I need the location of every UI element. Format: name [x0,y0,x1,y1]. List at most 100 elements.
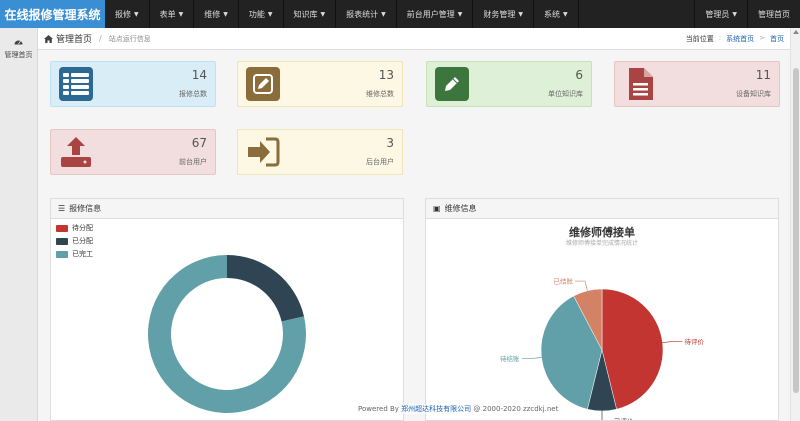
card-front-users[interactable]: 67 前台用户 [50,129,216,175]
card-count: 11 [755,68,771,82]
menu-knowledge-base[interactable]: 知识库 ▼ [284,0,337,28]
pie-slice-label: 待结账 [500,354,520,363]
caret-down-icon: ▼ [518,10,523,18]
edit-icon [246,67,280,101]
card-label: 前台用户 [179,158,207,166]
top-navbar: 在线报修管理系统 报修 ▼ 表单 ▼ 维修 ▼ 功能 ▼ 知识库 ▼ 报表统计 ▼ 前台用户… [0,0,800,28]
page-subtitle: 站点运行信息 [108,34,151,43]
brand-title[interactable]: 在线报修管理系统 [0,0,105,28]
pencil-icon [435,67,469,101]
breadcrumb-home[interactable]: 管理首页 [44,32,92,45]
chart-icon: ▣ [433,204,441,213]
nav-right: 管理员 ▼ 管理首页 [694,0,800,28]
caret-down-icon: ▼ [178,10,184,18]
card-label: 单位知识库 [548,90,583,98]
caret-down-icon: ▼ [563,10,568,18]
admin-menu[interactable]: 管理员 ▼ [694,0,747,28]
card-label: 设备知识库 [736,90,771,98]
card-unit-knowledge[interactable]: 6 单位知识库 [426,61,592,107]
pie-label-line [575,280,588,291]
pie-slice-label: 已结账 [554,277,574,286]
card-label: 后台用户 [366,158,394,166]
repair-info-panel: ☰ 报修信息 待分配 已分配 已完工 [50,198,404,421]
scroll-thumb[interactable] [793,68,799,393]
footer-copyright: @ 2000-2020 zzcdkj.net [473,405,559,413]
page-title: 管理首页 [56,35,93,45]
menu-label: 报表统计 [346,9,379,19]
menu-label: 系统 [544,9,560,19]
menu-finance[interactable]: 财务管理 ▼ [473,0,534,28]
pie-label-line [662,341,683,343]
location-separator: > [759,33,765,42]
panel-title: 报修信息 [69,204,102,213]
sidebar-item-dashboard[interactable]: 管理首页 [0,28,37,60]
admin-home-link[interactable]: 管理首页 [747,0,800,28]
card-count: 6 [575,68,583,82]
file-icon [623,67,657,101]
panel-header: ▣ 维修信息 [426,199,778,219]
scroll-up-icon[interactable] [793,30,799,34]
menu-label: 维修 [204,9,221,19]
menu-maintenance[interactable]: 维修 ▼ [194,0,239,28]
menu-functions[interactable]: 功能 ▼ [239,0,284,28]
footer: Powered By 郑州超达科技有限公司 @ 2000-2020 zzcdkj… [358,404,559,414]
pie-label-line [521,357,542,359]
caret-down-icon: ▼ [134,10,139,18]
location-trail: 当前位置 : 系统首页 > 首页 [686,34,790,44]
location-separator: : [718,33,722,42]
card-back-users[interactable]: 3 后台用户 [237,129,403,175]
technician-pie-chart: 待评价已评价 待结账 已结账 [500,277,704,420]
home-icon [44,34,53,43]
menu-label: 表单 [159,9,176,19]
list-icon [59,67,93,101]
menu-label: 报修 [115,9,131,19]
footer-prefix: Powered By [358,405,399,413]
card-label: 维修总数 [366,90,394,98]
maintenance-info-panel: ▣ 维修信息 维修师傅接单 维修师傅接单完成情况统计 待评价已评价待结账已结账 [425,198,779,421]
home-link[interactable]: 首页 [770,34,784,44]
left-sidebar: 管理首页 [0,28,38,421]
menu-system[interactable]: 系统 ▼ [534,0,579,28]
card-label: 报修总数 [179,90,207,98]
menu-repair[interactable]: 报修 ▼ [105,0,150,28]
card-count: 67 [191,136,207,150]
card-device-knowledge[interactable]: 11 设备知识库 [614,61,780,107]
menu-front-users[interactable]: 前台用户管理 ▼ [397,0,474,28]
menu-label: 功能 [248,9,265,19]
admin-home-label: 管理首页 [758,9,790,19]
caret-down-icon: ▼ [381,10,386,18]
location-label: 当前位置 [685,34,714,43]
upload-icon [59,135,93,169]
donut-slice-1[interactable] [227,255,305,322]
caret-down-icon: ▼ [320,10,326,18]
pie-slice-label: 待评价 [684,337,704,346]
main-menu: 报修 ▼ 表单 ▼ 维修 ▼ 功能 ▼ 知识库 ▼ 报表统计 ▼ 前台用户管理 ▼ 财务管理 ▼… [105,0,579,28]
menu-forms[interactable]: 表单 ▼ [150,0,195,28]
breadcrumb: 管理首页 / 站点运行信息 当前位置 : 系统首页 > 首页 [38,28,790,50]
panel-header: ☰ 报修信息 [51,199,403,219]
footer-company-link[interactable]: 郑州超达科技有限公司 [401,405,471,413]
list-icon: ☰ [58,204,66,213]
caret-down-icon: ▼ [223,10,228,18]
repair-donut-chart [148,255,306,413]
menu-label: 财务管理 [483,9,516,19]
card-count: 14 [191,68,207,82]
panel-title: 维修信息 [444,204,477,213]
menu-label: 前台用户管理 [406,9,455,19]
vertical-scrollbar[interactable] [790,28,800,421]
breadcrumb-separator: / [99,34,102,43]
card-count: 3 [386,136,394,150]
pie-label-line [601,411,603,420]
system-home-link[interactable]: 系统首页 [726,34,754,44]
card-maintenance-total[interactable]: 13 维修总数 [237,61,403,107]
card-repair-total[interactable]: 14 报修总数 [50,61,216,107]
caret-down-icon: ▼ [732,10,737,18]
caret-down-icon: ▼ [457,10,463,18]
admin-label: 管理员 [705,9,730,19]
sidebar-item-label: 管理首页 [4,51,33,59]
card-count: 13 [378,68,394,82]
sign-in-icon [246,135,280,169]
menu-label: 知识库 [293,9,318,19]
menu-reports[interactable]: 报表统计 ▼ [336,0,397,28]
dashboard-icon [14,38,23,48]
